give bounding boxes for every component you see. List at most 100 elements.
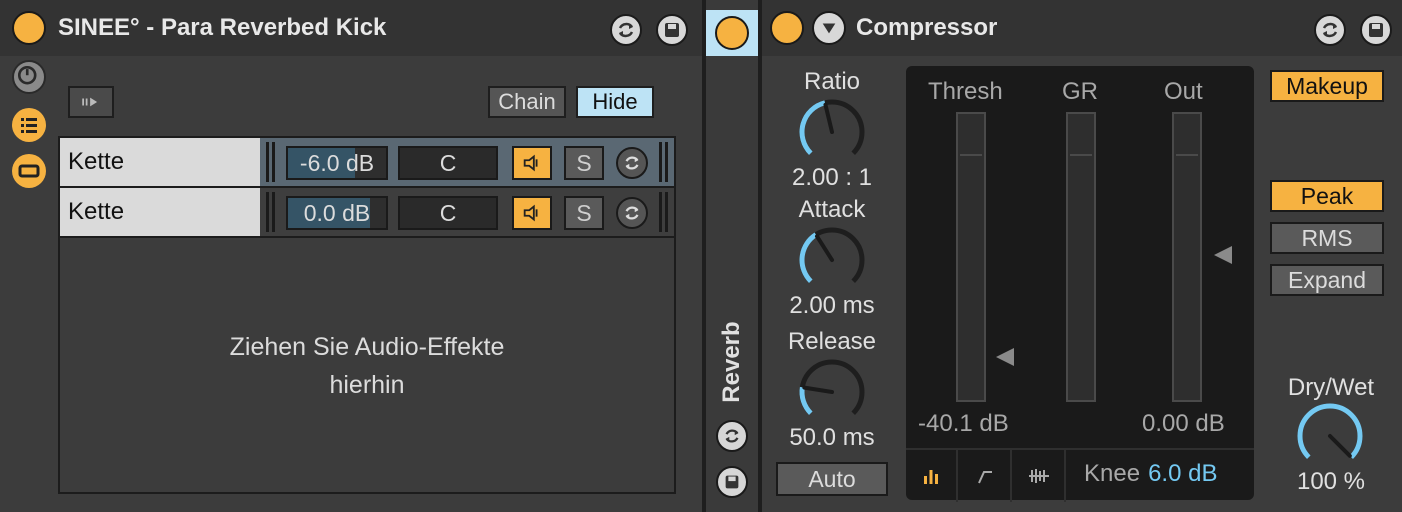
hot-swap-icon (625, 156, 639, 170)
macro-controls-toggle[interactable] (12, 60, 46, 94)
auto-release-button[interactable]: Auto (776, 462, 888, 496)
save-icon (665, 23, 679, 37)
reverb-header[interactable] (706, 10, 758, 56)
device-drop-zone[interactable]: Ziehen Sie Audio-Effekte hierhin (60, 328, 674, 404)
rack-title: SINEE° - Para Reverbed Kick (58, 14, 387, 41)
speaker-icon (523, 204, 538, 222)
chain-activator-button[interactable] (512, 196, 552, 230)
chain-drag-handle-right[interactable] (656, 192, 670, 232)
knee-value[interactable]: 6.0 dB (1148, 460, 1217, 487)
compressor-expand-button[interactable] (812, 11, 846, 45)
chain-row[interactable]: Kette 0.0 dB C S (60, 188, 674, 238)
attack-value[interactable]: 2.00 ms (772, 292, 892, 320)
transfer-curve-view-button[interactable] (960, 450, 1012, 502)
chain-drag-handle[interactable] (263, 192, 277, 232)
knee-control[interactable]: Knee 6.0 dB (1084, 460, 1217, 488)
chain-hot-swap-button[interactable] (616, 147, 648, 179)
compressor-device: Compressor Ratio 2.00 : 1 Attack 2.00 ms… (762, 0, 1402, 512)
rack-hot-swap-button[interactable] (610, 14, 642, 46)
audio-effect-rack: SINEE° - Para Reverbed Kick Chain Hide K… (0, 0, 702, 512)
compressor-title: Compressor (856, 14, 998, 41)
expand-mode-button[interactable]: Expand (1270, 264, 1384, 296)
chain-solo-button[interactable]: S (564, 146, 604, 180)
macro-knob-icon (17, 65, 37, 85)
meter-display: Thresh GR Out -40.1 dB 0.00 dB Knee 6.0 d… (906, 66, 1254, 502)
collapsed-view-button[interactable] (906, 450, 958, 502)
threshold-slider-arrow[interactable] (994, 346, 1016, 368)
compressor-titlebar: Compressor (762, 0, 1402, 56)
chain-list-toggle[interactable] (12, 108, 46, 142)
auto-select-icon (82, 97, 98, 107)
chain-list: Kette -6.0 dB C S Kette 0.0 dB C S Ziehe… (58, 136, 676, 494)
thresh-label: Thresh (928, 78, 1003, 105)
chain-activator-button[interactable] (512, 146, 552, 180)
compressor-save-preset-button[interactable] (1360, 14, 1392, 46)
chain-name[interactable]: Kette (60, 188, 260, 236)
save-icon (1369, 23, 1383, 37)
attack-knob[interactable] (794, 222, 870, 298)
rms-mode-button[interactable]: RMS (1270, 222, 1384, 254)
chain-volume-value: 0.0 dB (303, 199, 371, 226)
drywet-value[interactable]: 100 % (1266, 468, 1396, 496)
output-slider-arrow[interactable] (1212, 244, 1234, 266)
rack-power-button[interactable] (12, 11, 46, 45)
reverb-title[interactable]: Reverb (718, 321, 746, 402)
threshold-value[interactable]: -40.1 dB (918, 410, 1009, 438)
meter-footer: Knee 6.0 dB (906, 448, 1254, 502)
peak-mode-button[interactable]: Peak (1270, 180, 1384, 212)
chain-pan-field[interactable]: C (398, 146, 498, 180)
knob-value-arc (799, 100, 826, 155)
auto-select-button[interactable] (68, 86, 114, 118)
reverb-save-preset-button[interactable] (716, 466, 748, 498)
ratio-value[interactable]: 2.00 : 1 (772, 164, 892, 192)
knob-pointer (802, 385, 834, 394)
reverb-power-button[interactable] (715, 16, 749, 50)
chain-drag-handle[interactable] (263, 142, 277, 182)
attack-label: Attack (798, 196, 866, 223)
activity-view-button[interactable] (1014, 450, 1066, 502)
chain-hot-swap-button[interactable] (616, 197, 648, 229)
chain-row[interactable]: Kette -6.0 dB C S (60, 138, 674, 188)
output-meter[interactable] (1172, 112, 1202, 402)
compressor-hot-swap-button[interactable] (1314, 14, 1346, 46)
knob-pointer (823, 102, 834, 134)
triangle-down-icon (822, 23, 836, 34)
drop-hint-line2: hierhin (329, 371, 405, 399)
gr-label: GR (1062, 78, 1098, 105)
chain-drag-handle-right[interactable] (656, 142, 670, 182)
drywet-knob[interactable] (1292, 398, 1368, 474)
device-view-icon (18, 164, 40, 178)
release-value[interactable]: 50.0 ms (772, 424, 892, 452)
hot-swap-icon (1322, 22, 1338, 38)
drop-hint-line1: Ziehen Sie Audio-Effekte (229, 333, 505, 361)
knob-pointer (814, 234, 834, 262)
chain-button[interactable]: Chain (488, 86, 566, 118)
chain-name[interactable]: Kette (60, 138, 260, 186)
list-icon (21, 118, 37, 133)
chain-solo-button[interactable]: S (564, 196, 604, 230)
output-value[interactable]: 0.00 dB (1142, 410, 1225, 438)
out-label: Out (1164, 78, 1203, 105)
chain-volume-field[interactable]: 0.0 dB (286, 196, 388, 230)
compressor-power-button[interactable] (770, 11, 804, 45)
ratio-knob[interactable] (794, 94, 870, 170)
hide-button[interactable]: Hide (576, 86, 654, 118)
rack-save-preset-button[interactable] (656, 14, 688, 46)
chain-volume-field[interactable]: -6.0 dB (286, 146, 388, 180)
knob-value-arc (799, 232, 818, 283)
makeup-button[interactable]: Makeup (1270, 70, 1384, 102)
bars-icon (924, 470, 938, 484)
hot-swap-icon (725, 429, 739, 443)
release-knob[interactable] (794, 354, 870, 430)
knob-value-arc (1297, 403, 1363, 459)
knee-label: Knee (1084, 460, 1141, 487)
hot-swap-icon (625, 206, 639, 220)
devices-toggle[interactable] (12, 154, 46, 188)
ratio-label: Ratio (803, 68, 861, 95)
threshold-meter[interactable] (956, 112, 986, 402)
save-icon (725, 475, 739, 489)
curve-icon (978, 471, 992, 484)
reverb-hot-swap-button[interactable] (716, 420, 748, 452)
chain-pan-field[interactable]: C (398, 196, 498, 230)
chain-volume-value: -6.0 dB (299, 149, 375, 176)
